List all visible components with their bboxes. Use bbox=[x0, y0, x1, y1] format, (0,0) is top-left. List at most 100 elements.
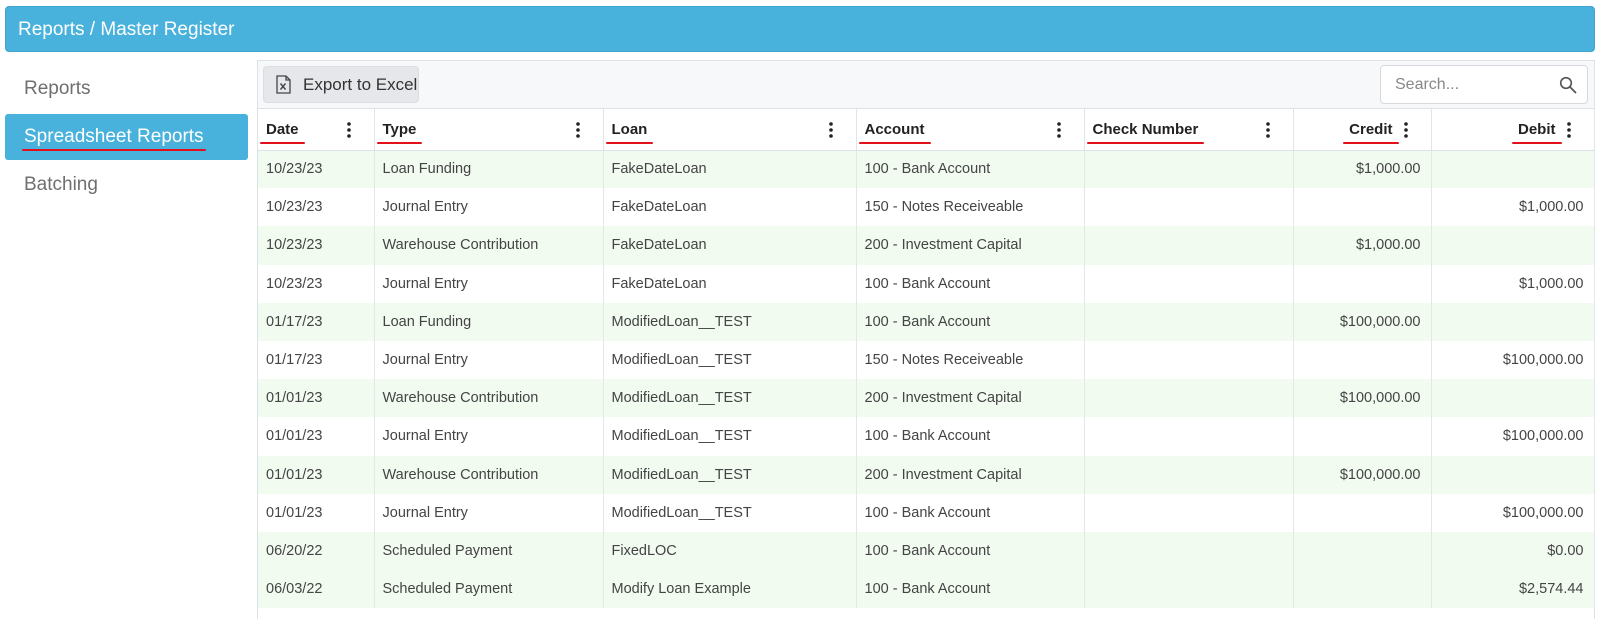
sidebar-item-batching[interactable]: Batching bbox=[5, 162, 248, 208]
sidebar: Reports Spreadsheet Reports Batching bbox=[5, 66, 248, 210]
table-row[interactable]: 01/01/23 Warehouse Contribution Modified… bbox=[258, 455, 1595, 494]
column-header-label: Account bbox=[858, 120, 931, 144]
cell-debit bbox=[1431, 302, 1595, 341]
cell-type: Loan Funding bbox=[374, 302, 604, 341]
data-grid: Export to Excel Date Type bbox=[257, 60, 1595, 619]
column-header-label: Check Number bbox=[1086, 120, 1205, 144]
table-row[interactable]: 06/03/22 Scheduled Payment Modify Loan E… bbox=[258, 570, 1595, 609]
column-menu-icon[interactable] bbox=[346, 121, 352, 139]
column-header-label: Date bbox=[260, 120, 304, 144]
cell-check-number bbox=[1084, 570, 1294, 609]
column-header-account[interactable]: Account bbox=[856, 109, 1085, 151]
cell-credit bbox=[1293, 531, 1432, 571]
table-row[interactable]: 10/23/23 Journal Entry FakeDateLoan 100 … bbox=[258, 264, 1595, 303]
table-row[interactable]: 01/01/23 Journal Entry ModifiedLoan__TES… bbox=[258, 417, 1595, 456]
cell-type: Warehouse Contribution bbox=[374, 379, 604, 418]
cell-type: Warehouse Contribution bbox=[374, 455, 604, 494]
column-menu-icon[interactable] bbox=[1265, 121, 1271, 139]
cell-loan: ModifiedLoan__TEST bbox=[603, 417, 857, 456]
grid-toolbar: Export to Excel bbox=[258, 61, 1594, 109]
cell-account: 150 - Notes Receiveable bbox=[856, 188, 1085, 227]
cell-account: 200 - Investment Capital bbox=[856, 379, 1085, 418]
cell-type: Journal Entry bbox=[374, 188, 604, 227]
cell-date: 10/23/23 bbox=[258, 150, 375, 189]
cell-loan: ModifiedLoan__TEST bbox=[603, 455, 857, 494]
column-menu-icon[interactable] bbox=[1566, 121, 1572, 139]
column-menu-icon[interactable] bbox=[828, 121, 834, 139]
column-header-label: Loan bbox=[605, 120, 654, 144]
cell-account: 100 - Bank Account bbox=[856, 302, 1085, 341]
search-icon[interactable] bbox=[1559, 76, 1577, 94]
cell-date: 01/01/23 bbox=[258, 455, 375, 494]
table-row[interactable]: 10/23/23 Journal Entry FakeDateLoan 150 … bbox=[258, 188, 1595, 227]
column-header-check-number[interactable]: Check Number bbox=[1084, 109, 1294, 151]
cell-type: Journal Entry bbox=[374, 417, 604, 456]
sidebar-item-spreadsheet-reports[interactable]: Spreadsheet Reports bbox=[5, 114, 248, 160]
cell-debit bbox=[1431, 150, 1595, 189]
cell-loan: FixedLOC bbox=[603, 531, 857, 571]
cell-check-number bbox=[1084, 302, 1294, 341]
cell-credit bbox=[1293, 570, 1432, 609]
table-row[interactable]: 10/23/23 Loan Funding FakeDateLoan 100 -… bbox=[258, 150, 1595, 189]
cell-check-number bbox=[1084, 188, 1294, 227]
cell-loan: ModifiedLoan__TEST bbox=[603, 493, 857, 532]
column-header-label: Type bbox=[376, 120, 423, 144]
sidebar-item-label: Batching bbox=[24, 174, 98, 195]
cell-type: Loan Funding bbox=[374, 150, 604, 189]
column-header-type[interactable]: Type bbox=[374, 109, 604, 151]
cell-date: 06/03/22 bbox=[258, 570, 375, 609]
table-row[interactable]: 10/23/23 Warehouse Contribution FakeDate… bbox=[258, 226, 1595, 265]
cell-credit: $1,000.00 bbox=[1293, 150, 1432, 189]
cell-date: 10/23/23 bbox=[258, 226, 375, 265]
cell-type: Warehouse Contribution bbox=[374, 226, 604, 265]
cell-debit: $1,000.00 bbox=[1431, 264, 1595, 303]
cell-date: 01/01/23 bbox=[258, 493, 375, 532]
table-row[interactable]: 06/20/22 Scheduled Payment FixedLOC 100 … bbox=[258, 531, 1595, 571]
cell-credit: $1,000.00 bbox=[1293, 226, 1432, 265]
column-header-label: Debit bbox=[1512, 120, 1561, 144]
column-menu-icon[interactable] bbox=[575, 121, 581, 139]
table-row[interactable]: 01/01/23 Warehouse Contribution Modified… bbox=[258, 379, 1595, 418]
cell-credit: $100,000.00 bbox=[1293, 379, 1432, 418]
export-to-excel-button[interactable]: Export to Excel bbox=[263, 66, 419, 103]
cell-loan: FakeDateLoan bbox=[603, 226, 857, 265]
cell-check-number bbox=[1084, 226, 1294, 265]
cell-date: 01/01/23 bbox=[258, 379, 375, 418]
cell-account: 150 - Notes Receiveable bbox=[856, 340, 1085, 380]
table-row[interactable]: 01/01/23 Journal Entry ModifiedLoan__TES… bbox=[258, 493, 1595, 532]
column-header-label: Credit bbox=[1343, 120, 1399, 144]
search-box bbox=[1380, 65, 1588, 104]
cell-type: Scheduled Payment bbox=[374, 570, 604, 609]
search-input[interactable] bbox=[1381, 66, 1551, 103]
cell-type: Journal Entry bbox=[374, 493, 604, 532]
cell-check-number bbox=[1084, 493, 1294, 532]
cell-debit: $100,000.00 bbox=[1431, 493, 1595, 532]
cell-account: 100 - Bank Account bbox=[856, 150, 1085, 189]
cell-check-number bbox=[1084, 455, 1294, 494]
cell-date: 06/20/22 bbox=[258, 531, 375, 571]
column-header-credit[interactable]: Credit bbox=[1293, 109, 1432, 151]
column-header-debit[interactable]: Debit bbox=[1431, 109, 1595, 151]
cell-check-number bbox=[1084, 379, 1294, 418]
column-menu-icon[interactable] bbox=[1056, 121, 1062, 139]
cell-debit: $1,000.00 bbox=[1431, 188, 1595, 227]
export-button-label: Export to Excel bbox=[303, 74, 418, 94]
sidebar-item-reports[interactable]: Reports bbox=[5, 66, 248, 112]
table-row[interactable]: 01/17/23 Journal Entry ModifiedLoan__TES… bbox=[258, 340, 1595, 380]
sidebar-item-label: Reports bbox=[24, 78, 91, 99]
table-row[interactable]: 01/17/23 Loan Funding ModifiedLoan__TEST… bbox=[258, 302, 1595, 341]
register-table: Date Type Loan Account Check Number Cred… bbox=[258, 109, 1595, 609]
cell-credit: $100,000.00 bbox=[1293, 302, 1432, 341]
cell-check-number bbox=[1084, 264, 1294, 303]
column-header-date[interactable]: Date bbox=[258, 109, 375, 151]
cell-credit bbox=[1293, 264, 1432, 303]
page-header-bar: Reports / Master Register bbox=[5, 6, 1595, 52]
cell-check-number bbox=[1084, 150, 1294, 189]
column-menu-icon[interactable] bbox=[1403, 121, 1409, 139]
breadcrumb: Reports / Master Register bbox=[18, 19, 235, 40]
cell-loan: FakeDateLoan bbox=[603, 150, 857, 189]
cell-date: 01/17/23 bbox=[258, 302, 375, 341]
cell-loan: FakeDateLoan bbox=[603, 188, 857, 227]
column-header-loan[interactable]: Loan bbox=[603, 109, 857, 151]
cell-debit: $2,574.44 bbox=[1431, 570, 1595, 609]
